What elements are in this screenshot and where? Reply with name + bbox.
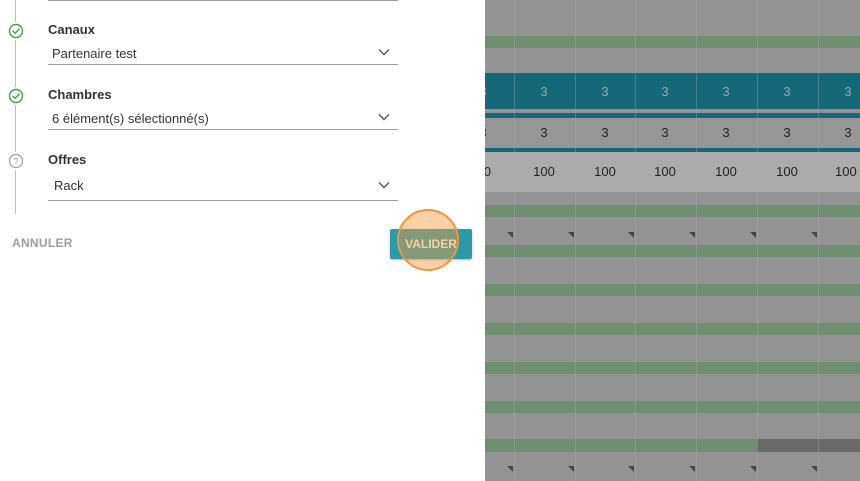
stepper-line (15, 0, 16, 22)
grid-cell: 100 (835, 164, 857, 179)
stepper-line (15, 170, 16, 214)
grid-cell: 3 (844, 84, 852, 99)
corner-marker-icon (628, 232, 634, 238)
corner-marker-icon (568, 232, 574, 238)
chevron-down-icon (378, 49, 390, 56)
availability-grid: 3 3 3 3 3 3 3 3 3 3 3 3 3 3 00 100 100 1… (485, 0, 860, 481)
chevron-down-icon (378, 182, 390, 189)
grid-column-separator (575, 0, 576, 481)
grid-cell: 100 (594, 164, 616, 179)
chambres-select-value: 6 élément(s) sélectionné(s) (52, 111, 209, 126)
chambres-select[interactable]: 6 élément(s) sélectionné(s) (48, 107, 398, 130)
grid-cell: 3 (540, 84, 548, 99)
check-circle-icon (8, 23, 24, 39)
grid-cell: 3 (844, 125, 852, 140)
offres-select-value: Rack (54, 178, 84, 193)
grid-cell: 3 (485, 84, 513, 99)
corner-marker-icon (628, 466, 634, 472)
stepper-line (15, 40, 16, 87)
grid-stripe (485, 401, 860, 413)
grid-column-separator (696, 0, 697, 481)
validate-button[interactable]: VALIDER (390, 229, 472, 259)
grid-cell: 3 (783, 125, 791, 140)
grid-column-separator (635, 0, 636, 481)
grid-cell: 3 (661, 84, 669, 99)
corner-marker-icon (507, 466, 513, 472)
canaux-select-value: Partenaire test (52, 46, 137, 61)
grid-cell: 3 (540, 125, 548, 140)
cancel-button[interactable]: ANNULER (12, 236, 73, 250)
grid-cell: 3 (661, 125, 669, 140)
grid-stripe (485, 362, 860, 374)
corner-marker-icon (689, 232, 695, 238)
grid-cell: 3 (485, 125, 513, 140)
offres-select[interactable]: Rack (48, 174, 398, 201)
previous-field-underline (48, 0, 398, 1)
grid-stripe (485, 36, 860, 48)
grid-column-separator (514, 0, 515, 481)
stepper-line (15, 105, 16, 152)
grid-blocked-cell (757, 439, 860, 452)
step-title-offres: Offres (48, 152, 87, 167)
grid-cell: 100 (715, 164, 737, 179)
step-title-canaux: Canaux (48, 22, 95, 37)
grid-cell: 00 (485, 164, 491, 179)
step-title-chambres: Chambres (48, 87, 112, 102)
corner-marker-icon (811, 466, 817, 472)
grid-cell: 100 (533, 164, 555, 179)
svg-text:?: ? (13, 157, 18, 167)
grid-cell: 100 (776, 164, 798, 179)
help-circle-icon: ? (8, 153, 24, 169)
grid-cell: 100 (654, 164, 676, 179)
canaux-select[interactable]: Partenaire test (48, 42, 398, 65)
corner-marker-icon (811, 232, 817, 238)
filter-panel: Canaux Partenaire test Chambres 6 élémen… (0, 0, 485, 481)
grid-cell: 3 (722, 84, 730, 99)
grid-cell: 3 (601, 84, 609, 99)
grid-stripe (485, 245, 860, 257)
grid-cell: 3 (601, 125, 609, 140)
grid-column-separator (818, 0, 819, 481)
corner-marker-icon (750, 232, 756, 238)
chevron-down-icon (378, 114, 390, 121)
corner-marker-icon (568, 466, 574, 472)
grid-column-separator (757, 0, 758, 481)
grid-stripe (485, 284, 860, 296)
grid-cell: 3 (722, 125, 730, 140)
grid-cell: 3 (783, 84, 791, 99)
check-circle-icon (8, 88, 24, 104)
grid-stripe (485, 205, 860, 217)
corner-marker-icon (507, 232, 513, 238)
corner-marker-icon (750, 466, 756, 472)
grid-stripe (485, 323, 860, 335)
corner-marker-icon (689, 466, 695, 472)
